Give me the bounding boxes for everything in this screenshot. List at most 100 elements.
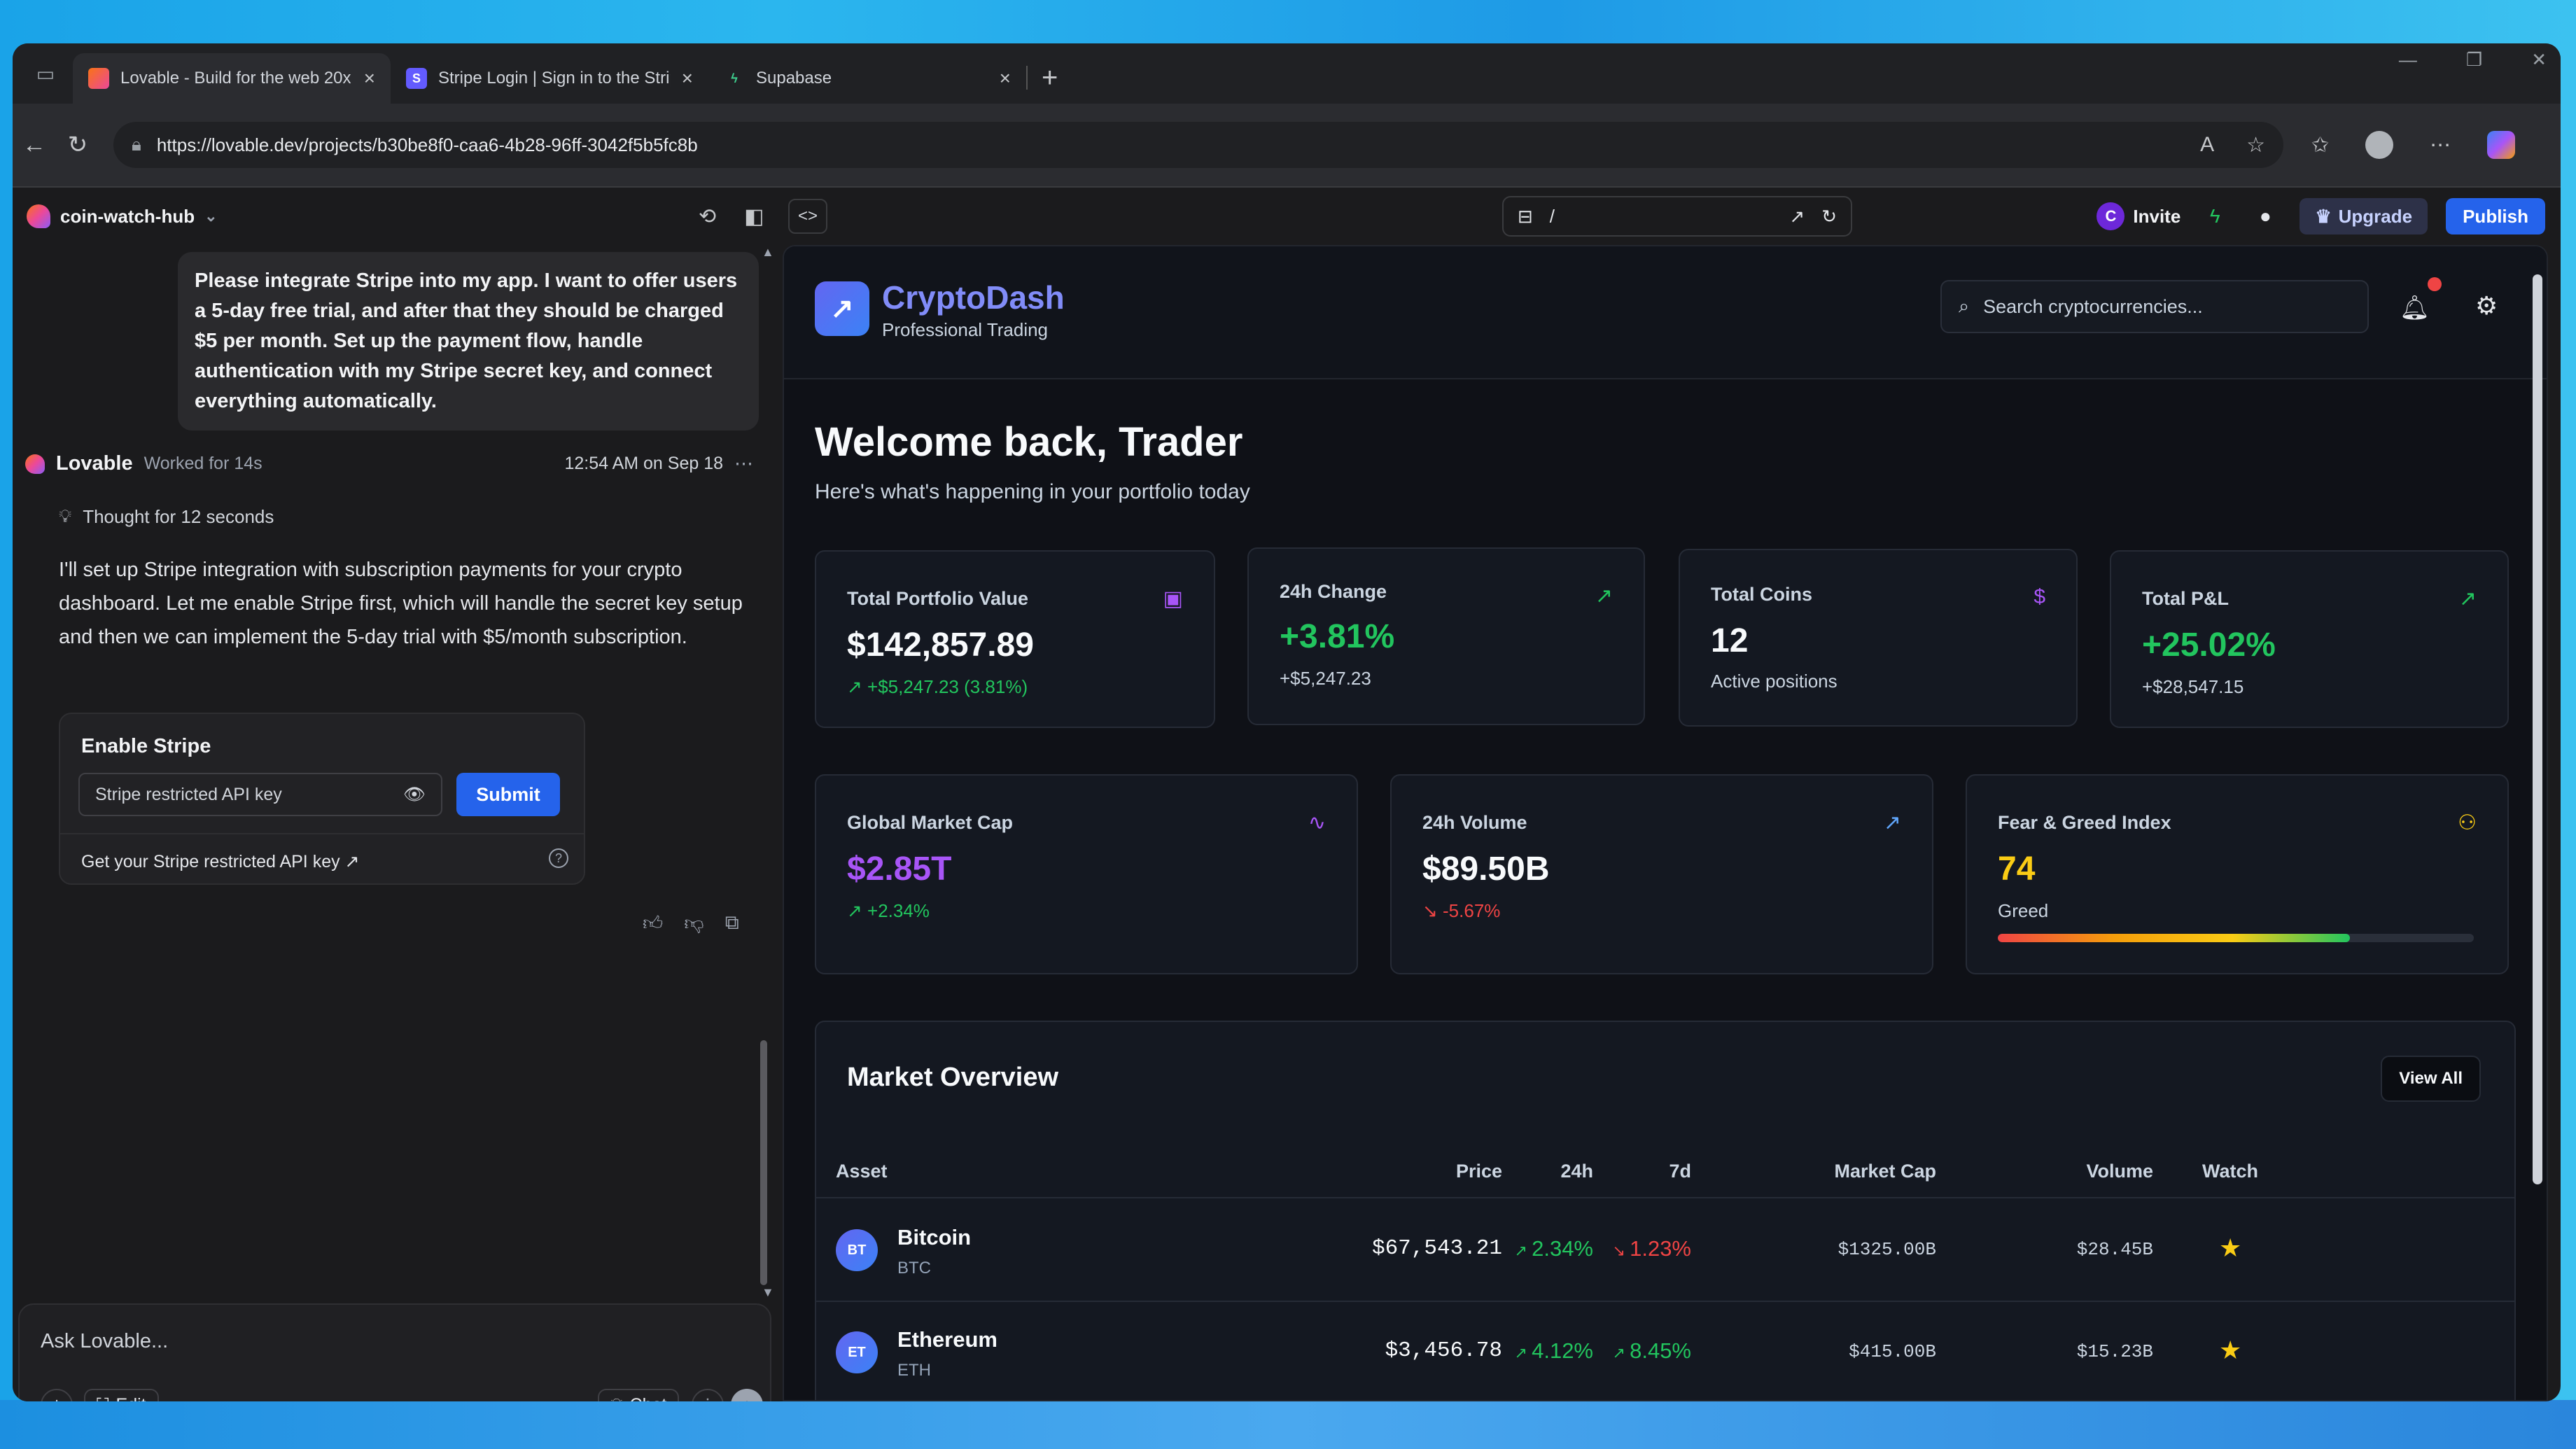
tab-stripe[interactable]: S Stripe Login | Sign in to the Stripe × (391, 53, 708, 104)
coin-market-cap: $1325.00B (1837, 1239, 1936, 1260)
notification-bell-icon[interactable]: 🔔︎ (2400, 294, 2430, 322)
reload-icon[interactable]: ↻ (56, 131, 99, 159)
market-title: Market Overview (847, 1063, 1059, 1092)
new-tab-button[interactable]: + (1042, 62, 1058, 94)
stat-label: Total P&L (2142, 588, 2229, 609)
back-icon[interactable]: ← (13, 132, 56, 159)
upgrade-button[interactable]: ♛ Upgrade (2300, 198, 2428, 234)
close-tab-icon[interactable]: × (1000, 67, 1011, 90)
stat-card-total-pnl: Total P&L ↗ +25.02% +$28,547.15 (2110, 550, 2509, 728)
stripe-api-key-input[interactable]: Stripe restricted API key 👁︎ (78, 773, 442, 816)
scroll-up-arrow-icon[interactable]: ▲ (762, 245, 774, 260)
device-icon[interactable]: ⊟ (1518, 206, 1533, 227)
sidebar-toggle-icon[interactable]: ◧ (744, 204, 764, 229)
stat-label: Fear & Greed Index (1998, 812, 2171, 833)
watch-star-icon[interactable]: ★ (2219, 1336, 2241, 1365)
tab-actions-icon[interactable]: ▭ (25, 53, 66, 94)
search-placeholder: Search cryptocurrencies... (1983, 295, 2203, 317)
brand-subtitle: Professional Trading (882, 319, 1049, 340)
minimize-icon[interactable]: — (2399, 49, 2417, 71)
close-window-icon[interactable]: ✕ (2531, 49, 2547, 71)
enable-stripe-card: Enable Stripe Stripe restricted API key … (59, 713, 585, 885)
close-tab-icon[interactable]: × (364, 67, 375, 90)
code-view-button[interactable]: <> (788, 199, 827, 234)
submit-button[interactable]: Submit (456, 773, 560, 816)
voice-input-icon[interactable]: ⦙ (692, 1389, 724, 1401)
thought-indicator[interactable]: 💡︎ Thought for 12 seconds (59, 505, 274, 528)
favorite-star-icon[interactable]: ☆ (2246, 133, 2265, 158)
column-header-watch[interactable]: Watch (2188, 1161, 2272, 1182)
column-header-market-cap[interactable]: Market Cap (1796, 1161, 1936, 1182)
column-header-7d[interactable]: 7d (1621, 1161, 1691, 1182)
thumbs-up-icon[interactable]: 👍︎ (643, 911, 663, 935)
coin-change-24h: ↗ 2.34% (1502, 1236, 1593, 1261)
lightbulb-icon: 💡︎ (59, 505, 72, 526)
more-menu-icon[interactable]: ⋯ (2430, 133, 2451, 158)
tab-supabase[interactable]: ϟ Supabase × (708, 53, 1026, 104)
trending-up-icon: ↗ (1595, 584, 1613, 608)
arrow-up-right-icon: ↗ (1612, 1344, 1630, 1362)
chat-scrollbar[interactable] (760, 1040, 767, 1285)
chat-mode-button[interactable]: 💡︎ Chat (598, 1389, 680, 1402)
address-bar: ← ↻ 🔒︎ https://lovable.dev/projects/b30b… (13, 104, 2561, 188)
desktop-background (0, 1400, 2576, 1449)
assistant-name: Lovable (56, 452, 133, 475)
watch-star-icon[interactable]: ★ (2219, 1233, 2241, 1263)
history-icon[interactable]: ⟲ (699, 204, 716, 229)
tab-lovable[interactable]: Lovable - Build for the web 20x fa × (73, 53, 391, 104)
browser-window: ▭ Lovable - Build for the web 20x fa × S… (13, 43, 2561, 1401)
send-button[interactable]: ↑ (731, 1389, 763, 1401)
stat-card-global-market-cap: Global Market Cap ∿ $2.85T ↗ +2.34% (815, 774, 1358, 974)
open-external-icon[interactable]: ↗ (1789, 206, 1805, 227)
refresh-preview-icon[interactable]: ↻ (1821, 206, 1837, 227)
link-label: Get your Stripe restricted API key (81, 852, 340, 872)
project-selector[interactable]: coin-watch-hub ⌄ (27, 204, 218, 228)
invite-button[interactable]: C Invite (2096, 202, 2180, 230)
arrow-up-right-icon: ↗ (847, 676, 868, 697)
get-api-key-link[interactable]: Get your Stripe restricted API key ↗ (81, 851, 360, 872)
column-header-volume[interactable]: Volume (2013, 1161, 2153, 1182)
preview-path-bar[interactable]: ⊟ / ↗ ↻ (1502, 196, 1852, 237)
copy-icon[interactable]: ⧉ (725, 911, 739, 935)
stat-card-24h-volume: 24h Volume ↗ $89.50B ↘ -5.67% (1390, 774, 1933, 974)
stat-value: $2.85T (847, 850, 952, 888)
column-header-24h[interactable]: 24h (1523, 1161, 1593, 1182)
scroll-down-arrow-icon[interactable]: ▼ (762, 1285, 774, 1300)
profile-avatar[interactable] (2365, 131, 2394, 159)
favorites-icon[interactable]: ✩ (2311, 133, 2329, 158)
github-icon[interactable]: ● (2249, 200, 2281, 232)
close-tab-icon[interactable]: × (682, 67, 693, 90)
tab-title: Stripe Login | Sign in to the Stripe (438, 69, 671, 88)
column-header-price[interactable]: Price (1362, 1161, 1502, 1182)
column-header-asset[interactable]: Asset (836, 1161, 888, 1182)
preview-scrollbar[interactable] (2533, 274, 2542, 1184)
thumbs-down-icon[interactable]: 👎︎ (684, 911, 704, 935)
lock-icon[interactable]: 🔒︎ (132, 134, 141, 156)
publish-button[interactable]: Publish (2446, 198, 2545, 234)
stat-label: Total Portfolio Value (847, 588, 1029, 609)
table-row[interactable]: ET Ethereum ETH $3,456.78 ↗ 4.12% ↗ 8.45… (816, 1302, 2514, 1400)
view-all-button[interactable]: View All (2381, 1056, 2481, 1102)
card-title: Enable Stripe (81, 735, 211, 757)
upgrade-label: Upgrade (2338, 205, 2413, 227)
chat-label: Chat (630, 1395, 667, 1402)
stat-sub: Active positions (1711, 671, 1837, 692)
url-field[interactable]: 🔒︎ https://lovable.dev/projects/b30be8f0… (113, 122, 2283, 168)
settings-gear-icon[interactable]: ⚙ (2475, 291, 2498, 321)
users-icon: ⚇ (2458, 811, 2477, 834)
copilot-icon[interactable] (2487, 131, 2516, 159)
maximize-icon[interactable]: ❐ (2466, 49, 2482, 71)
chat-composer[interactable]: Ask Lovable... + ⛶ Edit 💡︎ Chat ⦙ ↑ (18, 1303, 771, 1401)
edit-mode-button[interactable]: ⛶ Edit (84, 1389, 159, 1401)
message-more-icon[interactable]: ⋯ (734, 453, 753, 475)
arrow-up-right-icon: ↗ (1514, 1344, 1532, 1362)
crypto-search-input[interactable]: ⌕ Search cryptocurrencies... (1940, 280, 2369, 333)
table-row[interactable]: BT Bitcoin BTC $67,543.21 ↗ 2.34% ↘ 1.23… (816, 1200, 2514, 1302)
supabase-icon[interactable]: ϟ (2199, 200, 2231, 232)
attach-plus-button[interactable]: + (41, 1389, 73, 1401)
coin-name: Bitcoin (897, 1225, 972, 1250)
help-icon[interactable]: ? (549, 848, 568, 868)
show-password-eye-icon[interactable]: 👁︎ (403, 785, 426, 805)
chat-panel: Please integrate Stripe into my app. I w… (13, 245, 777, 1401)
read-aloud-icon[interactable]: A (2200, 133, 2214, 157)
